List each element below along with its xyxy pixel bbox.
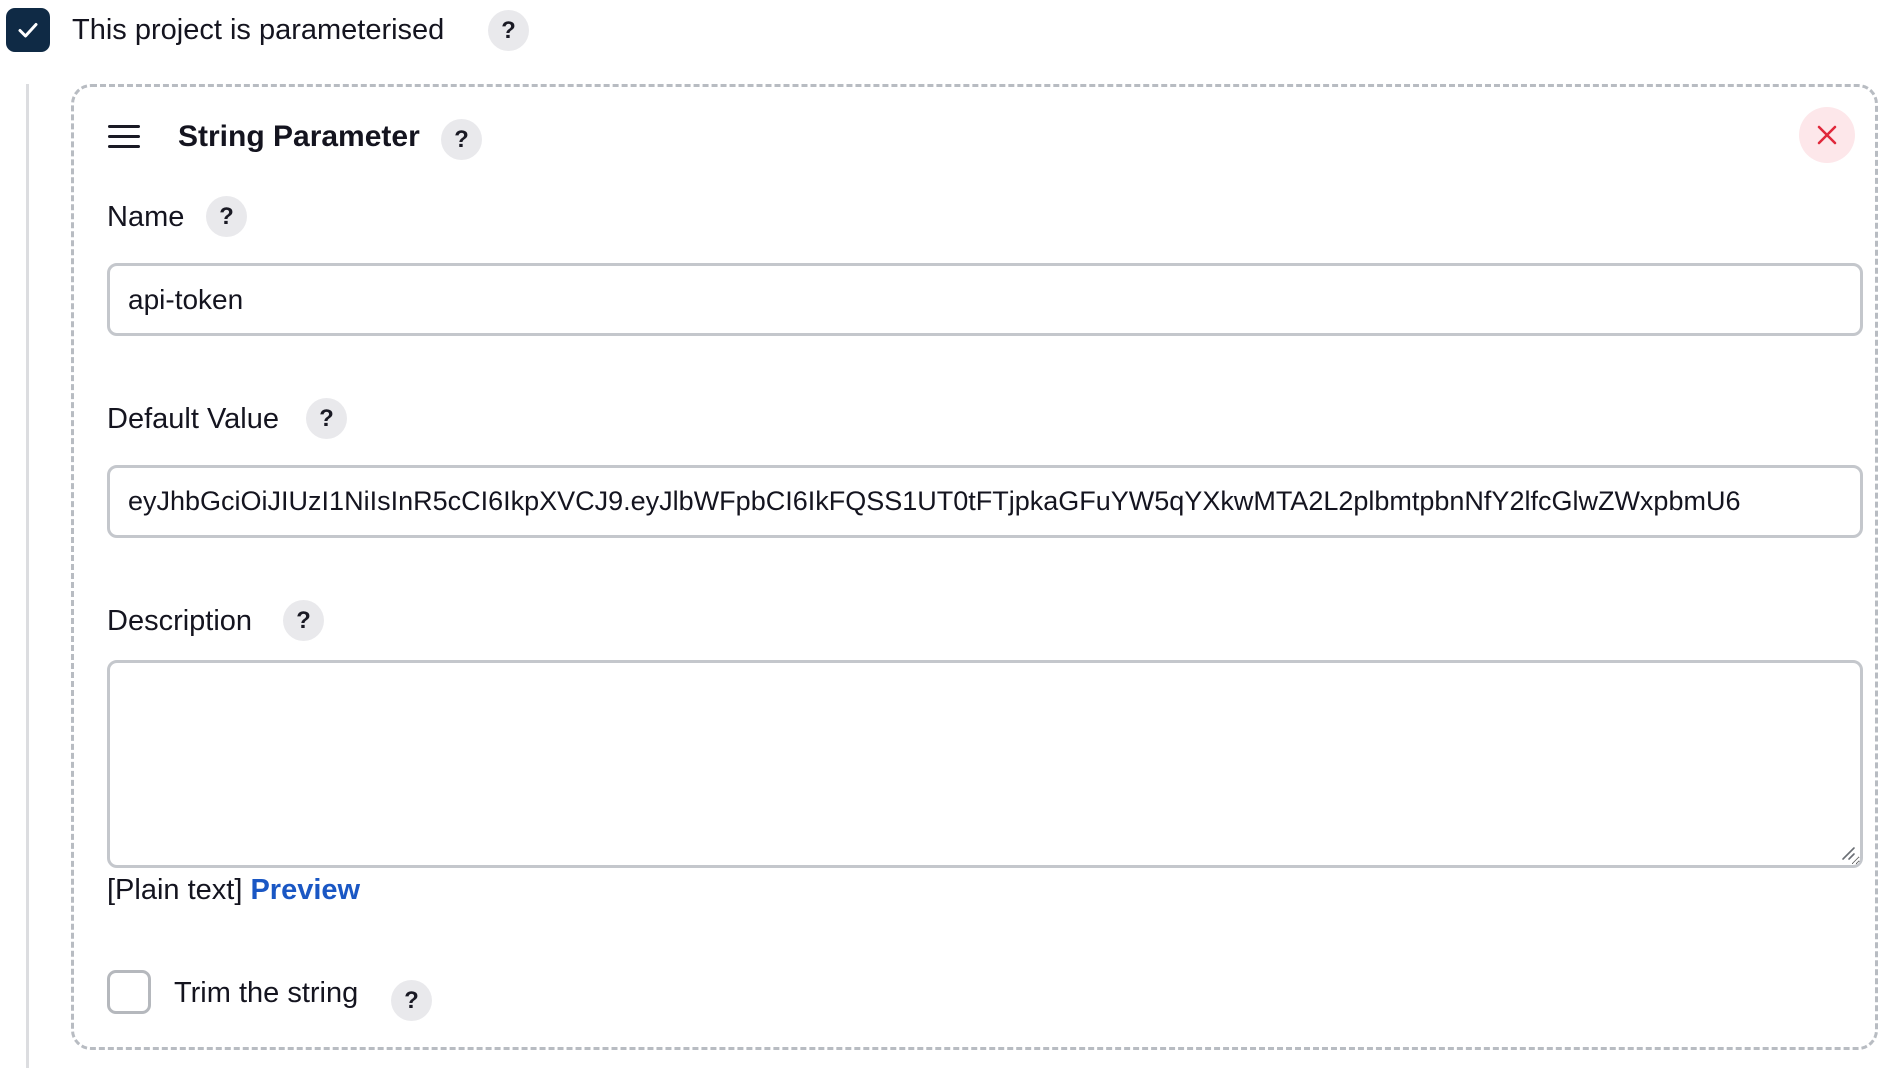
- string-parameter-help-button[interactable]: ?: [441, 119, 482, 160]
- description-label: Description: [107, 605, 253, 637]
- string-parameter-title: String Parameter: [178, 120, 420, 153]
- parameterised-label[interactable]: This project is parameterised: [72, 9, 444, 51]
- trim-string-checkbox[interactable]: [107, 970, 151, 1014]
- default-value-label: Default Value: [107, 403, 279, 435]
- help-icon: ?: [404, 986, 419, 1014]
- default-value-help-button[interactable]: ?: [306, 398, 347, 439]
- close-icon: [1817, 125, 1837, 145]
- help-icon: ?: [454, 125, 469, 153]
- resize-grip-icon[interactable]: [1840, 845, 1856, 861]
- page: This project is parameterised ? String P…: [0, 0, 1894, 1068]
- name-input[interactable]: [107, 263, 1863, 336]
- trim-string-label[interactable]: Trim the string: [174, 972, 358, 1014]
- plain-text-label: [Plain text]: [107, 874, 243, 906]
- description-textarea[interactable]: [107, 660, 1863, 868]
- help-icon: ?: [219, 202, 234, 230]
- nested-section-rail: [26, 84, 29, 1068]
- help-icon: ?: [501, 16, 516, 44]
- description-help-button[interactable]: ?: [283, 600, 324, 641]
- trim-string-help-button[interactable]: ?: [391, 980, 432, 1021]
- preview-link[interactable]: Preview: [250, 874, 360, 906]
- name-help-button[interactable]: ?: [206, 196, 247, 237]
- drag-handle-icon[interactable]: [108, 124, 140, 150]
- check-icon: [18, 23, 38, 38]
- parameterised-help-button[interactable]: ?: [488, 10, 529, 51]
- parameterised-checkbox[interactable]: [6, 8, 50, 52]
- markup-format-line: [Plain text] Preview: [107, 869, 360, 911]
- name-label: Name: [107, 201, 185, 233]
- delete-parameter-button[interactable]: [1799, 107, 1855, 163]
- help-icon: ?: [296, 606, 311, 634]
- help-icon: ?: [319, 404, 334, 432]
- default-value-input[interactable]: [107, 465, 1863, 538]
